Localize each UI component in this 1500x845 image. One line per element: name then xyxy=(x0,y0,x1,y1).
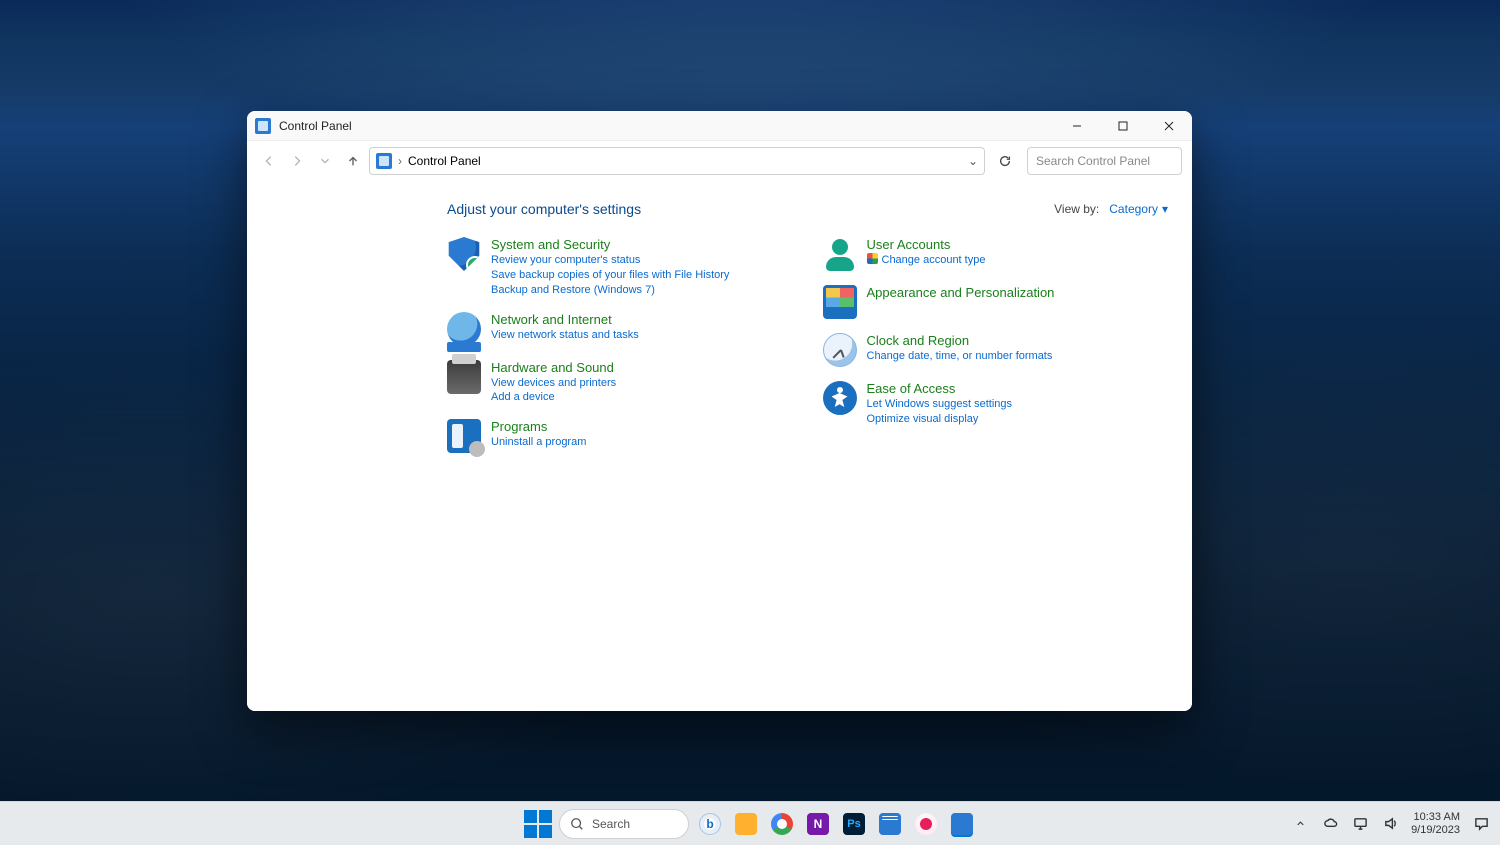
taskbar-app-chrome[interactable] xyxy=(767,809,797,839)
page-title: Adjust your computer's settings xyxy=(447,201,641,217)
up-button[interactable] xyxy=(341,149,365,173)
viewby-label: View by: xyxy=(1054,202,1099,216)
minimize-button[interactable] xyxy=(1054,111,1100,140)
ease-icon xyxy=(823,381,857,415)
clock-icon xyxy=(823,333,857,367)
category-programs: ProgramsUninstall a program xyxy=(447,419,793,453)
control-panel-icon xyxy=(255,118,271,134)
address-bar[interactable]: › Control Panel ⌄ xyxy=(369,147,985,175)
tray-overflow-button[interactable] xyxy=(1291,815,1309,833)
category-link[interactable]: Add a device xyxy=(491,390,616,405)
taskbar-app-onenote[interactable] xyxy=(803,809,833,839)
category-link[interactable]: Let Windows suggest settings xyxy=(867,397,1013,412)
category-link[interactable]: Review your computer's status xyxy=(491,253,729,268)
category-title[interactable]: Clock and Region xyxy=(867,333,1053,348)
programs-icon xyxy=(447,419,481,453)
search-box[interactable] xyxy=(1027,147,1182,175)
category-link[interactable]: View devices and printers xyxy=(491,376,616,391)
category-title[interactable]: Programs xyxy=(491,419,586,434)
taskbar-app-control-panel[interactable] xyxy=(947,809,977,839)
address-icon xyxy=(376,153,392,169)
category-globe: Network and InternetView network status … xyxy=(447,312,793,346)
titlebar: Control Panel xyxy=(247,111,1192,141)
onedrive-icon[interactable] xyxy=(1321,815,1339,833)
category-printer: Hardware and SoundView devices and print… xyxy=(447,360,793,406)
chevron-down-icon: ▾ xyxy=(1162,202,1168,216)
category-title[interactable]: Hardware and Sound xyxy=(491,360,616,375)
category-link[interactable]: Change date, time, or number formats xyxy=(867,349,1053,364)
taskbar-app-notepad[interactable] xyxy=(875,809,905,839)
system-tray: 10:33 AM 9/19/2023 xyxy=(1291,811,1490,836)
search-icon xyxy=(1191,152,1192,170)
content-area: Adjust your computer's settings View by:… xyxy=(247,181,1192,711)
category-ease: Ease of AccessLet Windows suggest settin… xyxy=(823,381,1169,427)
shield-icon xyxy=(447,237,481,271)
breadcrumb[interactable]: Control Panel xyxy=(408,154,481,168)
category-link[interactable]: Uninstall a program xyxy=(491,435,586,450)
maximize-button[interactable] xyxy=(1100,111,1146,140)
back-button[interactable] xyxy=(257,149,281,173)
taskbar-date: 9/19/2023 xyxy=(1411,824,1460,837)
category-link[interactable]: Change account type xyxy=(867,253,986,268)
category-title[interactable]: System and Security xyxy=(491,237,729,252)
taskbar-search[interactable]: Search xyxy=(559,809,689,839)
category-link[interactable]: Backup and Restore (Windows 7) xyxy=(491,283,729,298)
category-title[interactable]: User Accounts xyxy=(867,237,986,252)
close-button[interactable] xyxy=(1146,111,1192,140)
category-title[interactable]: Appearance and Personalization xyxy=(867,285,1055,300)
navigation-bar: › Control Panel ⌄ xyxy=(247,141,1192,181)
viewby-dropdown[interactable]: Category ▾ xyxy=(1109,202,1168,216)
start-button[interactable] xyxy=(523,809,553,839)
network-icon[interactable] xyxy=(1351,815,1369,833)
category-link[interactable]: View network status and tasks xyxy=(491,328,639,343)
forward-button[interactable] xyxy=(285,149,309,173)
window-title: Control Panel xyxy=(279,119,352,133)
taskbar-app-explorer[interactable] xyxy=(731,809,761,839)
taskbar-app-photoshop[interactable] xyxy=(839,809,869,839)
category-column-left: System and SecurityReview your computer'… xyxy=(447,237,793,467)
taskbar-app-bing[interactable] xyxy=(695,809,725,839)
category-link[interactable]: Optimize visual display xyxy=(867,412,1013,427)
chevron-right-icon: › xyxy=(398,154,402,168)
category-clock: Clock and RegionChange date, time, or nu… xyxy=(823,333,1169,367)
category-title[interactable]: Network and Internet xyxy=(491,312,639,327)
taskbar-time: 10:33 AM xyxy=(1411,811,1460,824)
category-title[interactable]: Ease of Access xyxy=(867,381,1013,396)
category-shield: System and SecurityReview your computer'… xyxy=(447,237,793,298)
printer-icon xyxy=(447,360,481,394)
chevron-down-icon[interactable]: ⌄ xyxy=(968,154,978,168)
notifications-button[interactable] xyxy=(1472,815,1490,833)
taskbar-clock[interactable]: 10:33 AM 9/19/2023 xyxy=(1411,811,1460,836)
category-user: User AccountsChange account type xyxy=(823,237,1169,271)
taskbar: Search 10:33 AM 9/19/2023 xyxy=(0,801,1500,845)
globe-icon xyxy=(447,312,481,346)
search-input[interactable] xyxy=(1036,154,1191,168)
category-appear: Appearance and Personalization xyxy=(823,285,1169,319)
sound-icon[interactable] xyxy=(1381,815,1399,833)
category-column-right: User AccountsChange account type Appearan… xyxy=(823,237,1169,467)
user-icon xyxy=(823,237,857,271)
category-link[interactable]: Save backup copies of your files with Fi… xyxy=(491,268,729,283)
refresh-button[interactable] xyxy=(993,149,1017,173)
control-panel-window: Control Panel › Control Panel ⌄ xyxy=(247,111,1192,711)
taskbar-app-brave[interactable] xyxy=(911,809,941,839)
recent-dropdown[interactable] xyxy=(313,149,337,173)
taskbar-search-label: Search xyxy=(592,817,630,831)
appear-icon xyxy=(823,285,857,319)
